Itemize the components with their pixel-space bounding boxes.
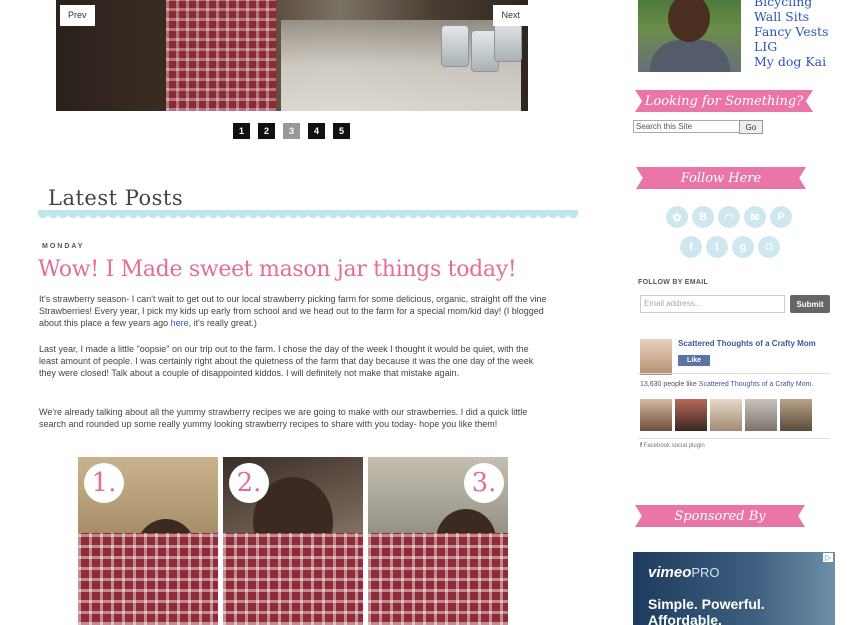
facebook-like-count: 13,630 people like Scattered Thoughts of… (640, 381, 813, 388)
slider-image-jar (441, 25, 469, 67)
photo-number-2: 2. (229, 463, 269, 503)
plaid-shirt (78, 532, 218, 625)
rss-icon[interactable]: ◠ (718, 206, 740, 228)
slider-image-jar (494, 20, 522, 62)
post-paragraph-3: We're already talking about all the yumm… (39, 407, 528, 429)
pinterest-icon[interactable]: P (770, 206, 792, 228)
ad-tagline-1: Simple. Powerful. (648, 596, 765, 612)
slider-page-2[interactable]: 2 (258, 123, 275, 139)
facebook-page-avatar[interactable] (640, 339, 672, 375)
sidebar-link-fancy-vests[interactable]: Fancy Vests (754, 24, 829, 39)
sidebar-link-bicycling[interactable]: Bicycling (754, 0, 829, 9)
profile-suit (650, 40, 730, 72)
googleplus-icon[interactable]: g (732, 236, 754, 258)
ad-brand-name: vimeo (648, 564, 692, 581)
slider-page-3[interactable]: 3 (283, 123, 300, 139)
search-input[interactable]: Search this Site (633, 120, 741, 133)
ad-tagline-2: Affordable. (648, 612, 722, 625)
facebook-plugin-label: f Facebook social plugin (640, 443, 705, 449)
post-title[interactable]: Wow! I Made sweet mason jar things today… (38, 257, 517, 282)
facebook-count-prefix: 13,630 people like (640, 381, 699, 388)
post-link-here[interactable]: here (171, 318, 189, 328)
fan-avatar[interactable] (710, 399, 742, 431)
section-title: Latest Posts (48, 186, 184, 210)
post-text: It's strawberry season- I can't wait to … (39, 294, 547, 328)
instagram-icon[interactable]: ◘ (758, 236, 780, 258)
fan-avatar[interactable] (780, 399, 812, 431)
sidebar-link-lig[interactable]: LIG (754, 39, 829, 54)
search-heading: Looking for Something? (635, 90, 813, 112)
sponsored-heading: Sponsored By (635, 505, 805, 527)
post-image-collage[interactable]: 1. 2. 3. (78, 457, 508, 625)
facebook-like-button[interactable]: Like (678, 355, 710, 366)
slider-prev-button[interactable]: Prev (60, 5, 95, 26)
facebook-plugin-text: Facebook social plugin (643, 443, 705, 449)
fan-avatar[interactable] (640, 399, 672, 431)
email-submit-button[interactable]: Submit (790, 295, 830, 313)
scallop-divider (38, 210, 578, 220)
slider-page-5[interactable]: 5 (333, 123, 350, 139)
follow-by-email-label: FOLLOW BY EMAIL (638, 279, 709, 286)
slider-page-4[interactable]: 4 (308, 123, 325, 139)
facebook-count-page[interactable]: Scattered Thoughts of a Crafty Mom. (699, 381, 814, 388)
featured-slider[interactable]: Prev Next (56, 0, 528, 111)
twitter-icon[interactable]: t (706, 236, 728, 258)
ad-brand-suffix: PRO (691, 565, 720, 580)
slider-pagination: 1 2 3 4 5 (233, 123, 350, 139)
plaid-shirt (223, 532, 363, 625)
profile-face (668, 0, 710, 42)
sidebar-link-my-dog-kai[interactable]: My dog Kai (754, 54, 829, 69)
facebook-icon: f (640, 443, 642, 449)
slider-image-shirt (166, 0, 276, 111)
search-go-button[interactable]: Go (739, 120, 763, 134)
ad-tagline: Simple. Powerful. Affordable. (648, 596, 765, 625)
slider-next-button[interactable]: Next (493, 5, 528, 26)
facebook-fan-faces (640, 399, 812, 431)
vimeo-pro-ad[interactable]: ▷ vimeoPRO Simple. Powerful. Affordable. (633, 552, 835, 625)
profile-photo (638, 0, 741, 72)
collage-photo-1: 1. (78, 457, 218, 625)
fan-avatar[interactable] (745, 399, 777, 431)
facebook-page-name[interactable]: Scattered Thoughts of a Crafty Mom (678, 339, 816, 348)
slider-page-1[interactable]: 1 (233, 123, 250, 139)
photo-number-1: 1. (84, 463, 124, 503)
collage-photo-3: 3. (368, 457, 508, 625)
sidebar-link-wall-sits[interactable]: Wall Sits (754, 9, 829, 24)
post-date: MONDAY (42, 243, 85, 250)
photo-number-3: 3. (464, 463, 504, 503)
divider (638, 438, 830, 439)
post-paragraph-1: It's strawberry season- I can't wait to … (39, 293, 547, 329)
divider (638, 373, 830, 374)
email-input[interactable]: Email address... (640, 295, 785, 313)
facebook-icon[interactable]: f (680, 236, 702, 258)
facebook-like-label: Like (686, 357, 701, 364)
social-icons-row-2: f t g ◘ (680, 236, 780, 258)
social-icons-row-1: ✿ B ◠ ✉ P (666, 206, 792, 228)
collage-photo-2: 2. (223, 457, 363, 625)
ad-brand-logo: vimeoPRO (648, 564, 720, 581)
adchoices-icon[interactable]: ▷ (822, 553, 833, 562)
plaid-shirt (368, 532, 508, 625)
post-text: , it's really great.) (188, 318, 257, 328)
sidebar-links: Bicycling Wall Sits Fancy Vests LIG My d… (754, 0, 829, 69)
blogger-icon[interactable]: B (692, 206, 714, 228)
follow-heading: Follow Here (636, 167, 806, 189)
flickr-icon[interactable]: ✿ (666, 206, 688, 228)
email-icon[interactable]: ✉ (744, 206, 766, 228)
post-paragraph-2: Last year, I made a little "oopsie" on o… (39, 344, 534, 378)
fan-avatar[interactable] (675, 399, 707, 431)
